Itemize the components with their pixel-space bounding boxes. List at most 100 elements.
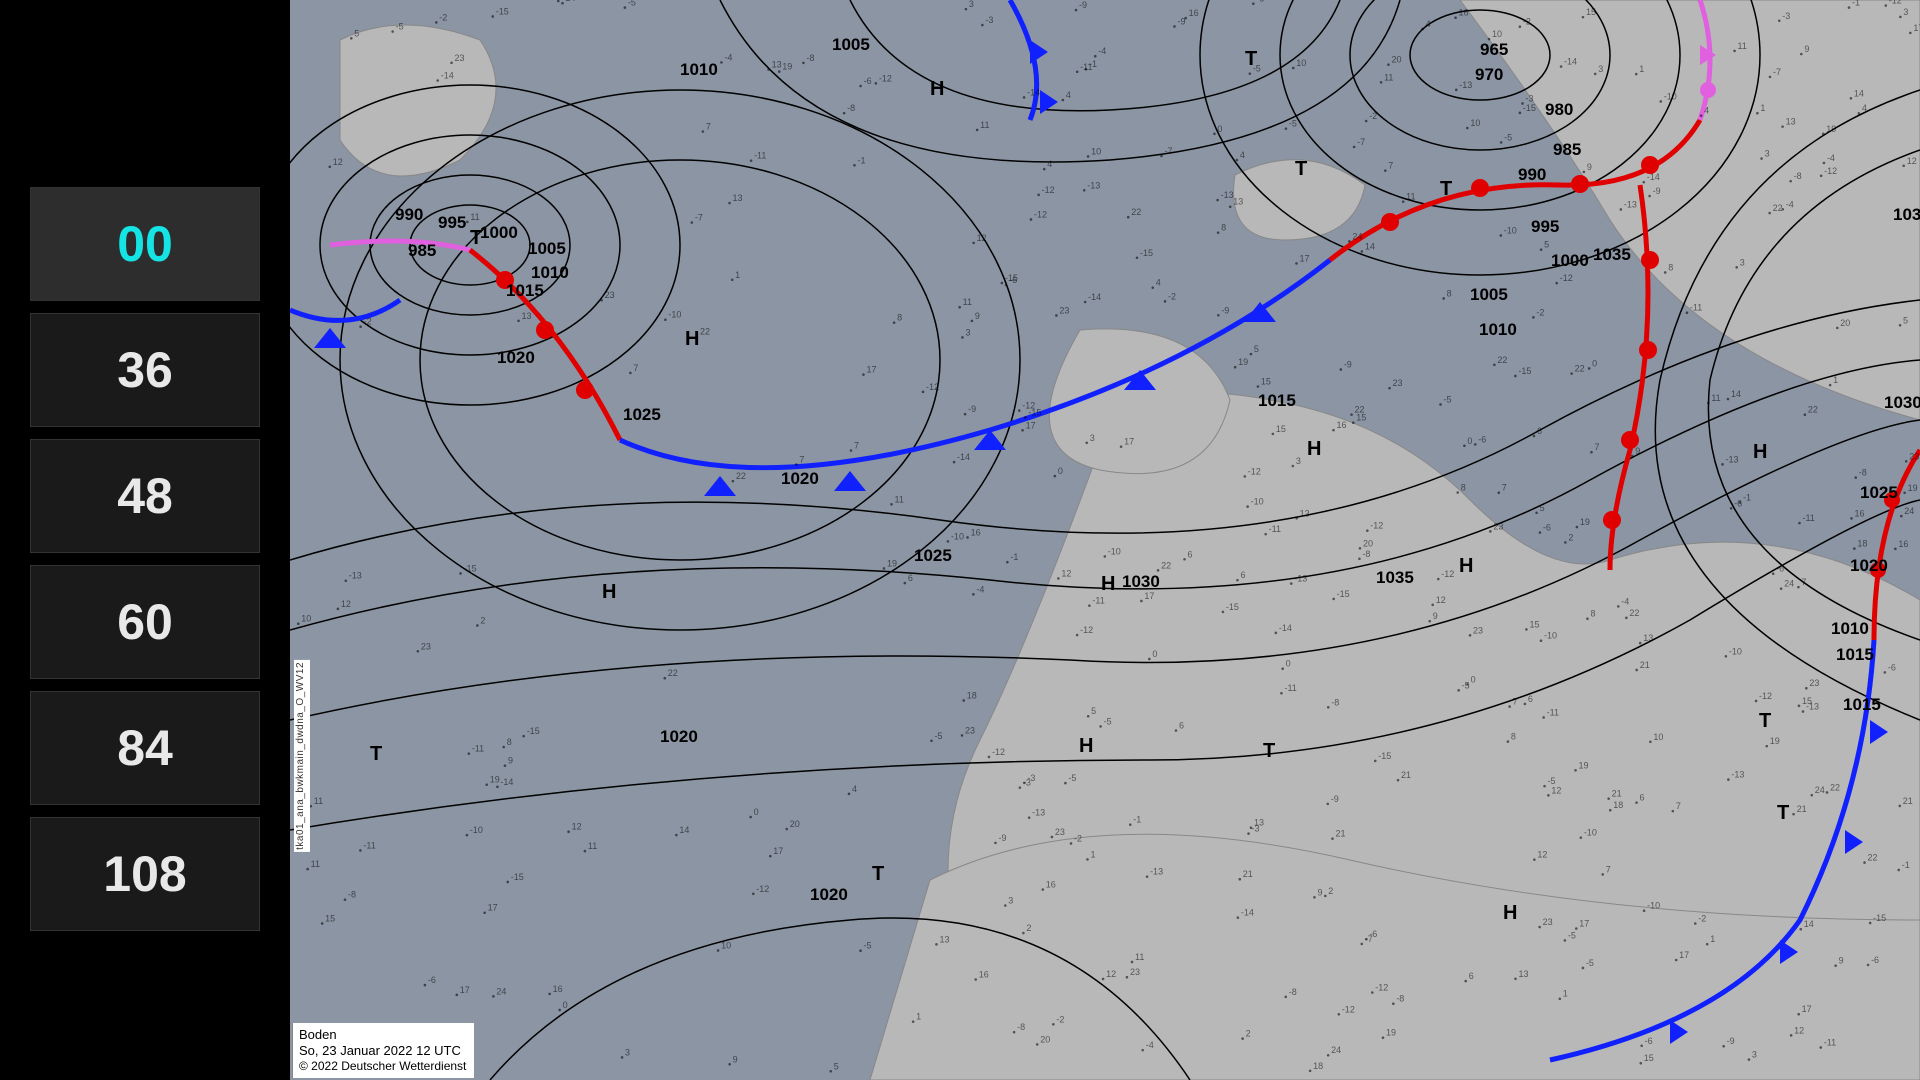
svg-text:6: 6 xyxy=(1188,549,1193,559)
svg-text:1025: 1025 xyxy=(1860,483,1898,502)
svg-text:H: H xyxy=(1503,902,1517,924)
svg-text:13: 13 xyxy=(1518,969,1528,979)
svg-text:8: 8 xyxy=(1668,262,1673,272)
svg-text:-11: -11 xyxy=(472,744,484,754)
svg-text:-12: -12 xyxy=(926,382,939,392)
svg-text:2: 2 xyxy=(1328,886,1333,896)
svg-text:2: 2 xyxy=(1246,1029,1251,1039)
svg-text:T: T xyxy=(1263,740,1275,762)
svg-text:-10: -10 xyxy=(951,531,964,541)
svg-text:-15: -15 xyxy=(1140,248,1153,258)
svg-text:H: H xyxy=(1101,573,1115,595)
svg-text:-5: -5 xyxy=(1504,132,1512,142)
svg-text:7: 7 xyxy=(799,455,804,465)
svg-text:-10: -10 xyxy=(1108,546,1121,556)
svg-text:24: 24 xyxy=(496,986,506,996)
svg-text:-1: -1 xyxy=(1010,552,1018,562)
svg-text:13: 13 xyxy=(1786,117,1796,127)
svg-text:14: 14 xyxy=(1804,919,1814,929)
svg-text:-6: -6 xyxy=(1645,1036,1653,1046)
svg-text:1035: 1035 xyxy=(1376,568,1414,587)
svg-text:-12: -12 xyxy=(1824,166,1837,176)
svg-text:-13: -13 xyxy=(1731,770,1744,780)
svg-text:1000: 1000 xyxy=(480,223,518,242)
svg-text:-11: -11 xyxy=(1547,707,1559,717)
svg-text:3: 3 xyxy=(625,1047,630,1057)
svg-text:2: 2 xyxy=(480,615,485,625)
svg-text:970: 970 xyxy=(1475,65,1503,84)
svg-text:1010: 1010 xyxy=(1479,320,1517,339)
synoptic-map[interactable]: -11117-13-11-8-4-6-615-7-14233-6-52314-1… xyxy=(290,0,1920,1080)
svg-text:-8: -8 xyxy=(1289,987,1297,997)
svg-text:-11: -11 xyxy=(363,840,375,850)
svg-text:10: 10 xyxy=(1470,118,1480,128)
svg-text:-15: -15 xyxy=(1028,407,1041,417)
copyright-label: © 2022 Deutscher Wetterdienst xyxy=(299,1059,466,1074)
svg-text:3: 3 xyxy=(965,327,970,337)
svg-text:11: 11 xyxy=(1711,393,1720,403)
svg-text:12: 12 xyxy=(1061,568,1071,578)
attribution-box: Boden So, 23 Januar 2022 12 UTC © 2022 D… xyxy=(292,1023,474,1079)
svg-text:22: 22 xyxy=(1808,405,1818,415)
svg-text:1015: 1015 xyxy=(506,281,544,300)
svg-text:-10: -10 xyxy=(1729,646,1742,656)
svg-text:3: 3 xyxy=(969,0,974,9)
svg-text:5: 5 xyxy=(1091,706,1096,716)
hour-button-36[interactable]: 36 xyxy=(30,313,260,427)
svg-text:20: 20 xyxy=(790,819,800,829)
svg-text:17: 17 xyxy=(1124,437,1134,447)
svg-text:9: 9 xyxy=(1804,44,1809,54)
svg-text:14: 14 xyxy=(1365,241,1375,251)
svg-text:-12: -12 xyxy=(1248,466,1261,476)
svg-text:-15: -15 xyxy=(1337,589,1350,599)
svg-text:-7: -7 xyxy=(1357,137,1365,147)
svg-text:995: 995 xyxy=(1531,217,1559,236)
svg-text:-15: -15 xyxy=(1378,751,1391,761)
hour-button-108[interactable]: 108 xyxy=(30,817,260,931)
svg-text:4: 4 xyxy=(1862,103,1867,113)
hour-button-60[interactable]: 60 xyxy=(30,565,260,679)
svg-text:6: 6 xyxy=(1179,721,1184,731)
svg-text:0: 0 xyxy=(1217,124,1222,134)
svg-text:-5: -5 xyxy=(934,731,942,741)
svg-text:-14: -14 xyxy=(1647,172,1660,182)
svg-text:15: 15 xyxy=(1802,696,1812,706)
svg-text:5: 5 xyxy=(354,28,359,38)
svg-text:21: 21 xyxy=(1903,796,1913,806)
svg-text:-12: -12 xyxy=(756,884,769,894)
svg-text:3: 3 xyxy=(1296,456,1301,466)
svg-text:-9: -9 xyxy=(1727,1036,1735,1046)
svg-text:22: 22 xyxy=(668,668,678,678)
svg-text:1: 1 xyxy=(1833,375,1838,385)
svg-text:-1: -1 xyxy=(1743,492,1751,502)
svg-text:-8: -8 xyxy=(1396,994,1404,1004)
svg-text:-6: -6 xyxy=(1776,564,1784,574)
svg-text:18: 18 xyxy=(1613,800,1623,810)
svg-text:-8: -8 xyxy=(1362,549,1370,559)
hour-button-84[interactable]: 84 xyxy=(30,691,260,805)
svg-text:18: 18 xyxy=(967,690,977,700)
svg-text:3: 3 xyxy=(1740,257,1745,267)
svg-text:-4: -4 xyxy=(1827,153,1835,163)
svg-text:8: 8 xyxy=(1447,288,1452,298)
svg-text:-10: -10 xyxy=(1647,901,1660,911)
hour-button-00[interactable]: 00 xyxy=(30,187,260,301)
svg-text:H: H xyxy=(930,78,944,100)
svg-text:15: 15 xyxy=(1529,619,1539,629)
svg-text:-2: -2 xyxy=(1536,307,1544,317)
svg-text:17: 17 xyxy=(866,365,876,375)
svg-text:24: 24 xyxy=(1815,785,1825,795)
svg-text:-13: -13 xyxy=(1150,867,1163,877)
svg-text:5: 5 xyxy=(1540,503,1545,513)
svg-text:19: 19 xyxy=(1770,736,1780,746)
svg-text:22: 22 xyxy=(700,326,710,336)
svg-text:5: 5 xyxy=(1254,344,1259,354)
svg-text:9: 9 xyxy=(1839,956,1844,966)
hour-button-48[interactable]: 48 xyxy=(30,439,260,553)
svg-text:11: 11 xyxy=(980,120,989,130)
svg-text:7: 7 xyxy=(633,363,638,373)
svg-text:22: 22 xyxy=(1773,203,1783,213)
svg-text:1005: 1005 xyxy=(1470,285,1508,304)
level-label: Boden xyxy=(299,1027,466,1043)
svg-text:1030: 1030 xyxy=(1122,572,1160,591)
